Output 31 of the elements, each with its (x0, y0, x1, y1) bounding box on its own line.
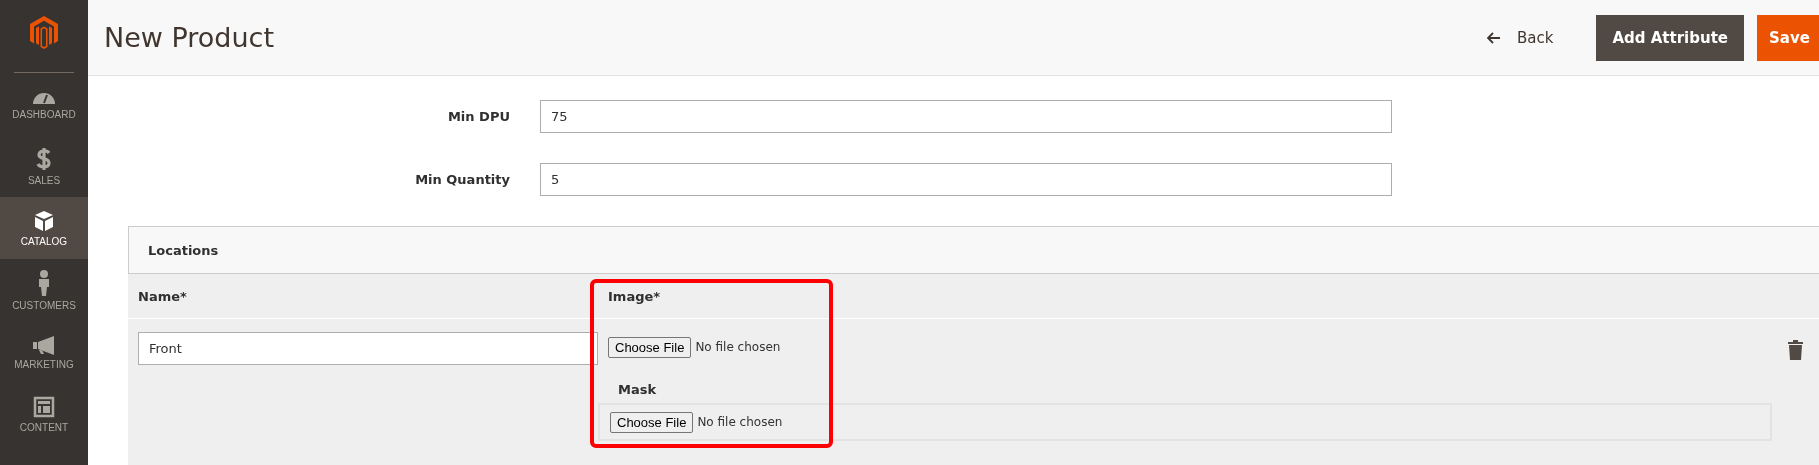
file-status: No file chosen (695, 340, 781, 354)
trash-icon[interactable] (1788, 340, 1803, 363)
field-label: Min Quantity (414, 172, 511, 187)
column-header: Image* (607, 288, 662, 304)
person-icon (37, 269, 51, 296)
megaphone-icon (32, 334, 56, 355)
nav-item[interactable]: CONTENT (0, 383, 88, 445)
file-status: No file chosen (697, 415, 783, 429)
arrow-left-icon (1487, 31, 1501, 44)
section-title: Locations (128, 226, 1819, 274)
box-icon (34, 209, 54, 232)
nav-item[interactable]: MARKETING (0, 321, 88, 383)
field-label: Min DPU (446, 109, 511, 124)
name-field[interactable]: Front (138, 332, 598, 365)
dollar-icon (36, 146, 52, 171)
nav-item[interactable]: CUSTOMERS (0, 259, 88, 321)
page-title: New Product (104, 22, 275, 53)
add-attribute-button[interactable]: Add Attribute (1596, 14, 1744, 61)
layout-icon (33, 395, 55, 418)
back-link[interactable]: Back (1487, 28, 1554, 47)
mask-label: Mask (617, 381, 658, 399)
logo-icon[interactable] (30, 16, 58, 49)
nav-item[interactable]: DASHBOARD (0, 73, 88, 135)
nav-item[interactable]: SALES (0, 135, 88, 197)
text-field[interactable]: 5 (540, 163, 1392, 196)
choose-file-button[interactable]: Choose File (610, 411, 694, 433)
nav-item[interactable]: CATALOG (0, 197, 88, 259)
save-button[interactable]: Save (1757, 14, 1819, 61)
text-field[interactable]: 75 (540, 100, 1392, 133)
column-header: Name* (137, 288, 188, 304)
choose-file-button[interactable]: Choose File (608, 336, 692, 358)
